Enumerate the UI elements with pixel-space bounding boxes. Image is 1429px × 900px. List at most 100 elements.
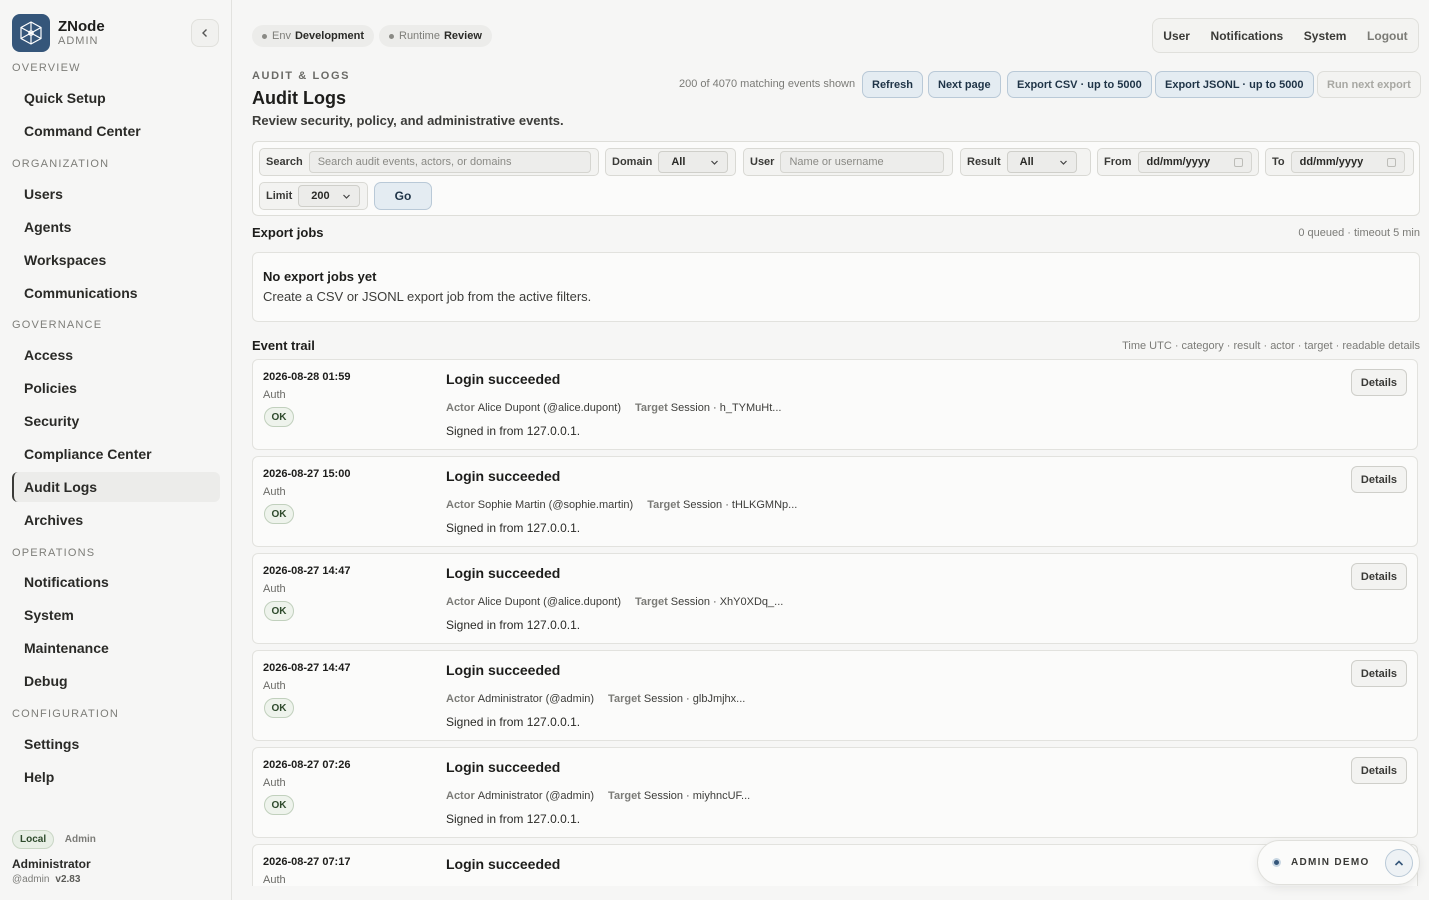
sidebar-item-help[interactable]: Help xyxy=(12,762,220,792)
sidebar-item-command-center[interactable]: Command Center xyxy=(12,116,220,146)
brand[interactable]: ZNode ADMIN xyxy=(12,14,105,52)
search-input[interactable]: Search audit events, actors, or domains xyxy=(308,151,591,173)
calendar-icon[interactable] xyxy=(1386,157,1396,167)
event-detail: Signed in from 127.0.0.1. xyxy=(446,521,581,535)
event-meta: Actor Alice Dupont (@alice.dupont) Target S… xyxy=(446,596,783,608)
env-dot-icon xyxy=(262,33,267,39)
to-filter: To dd/mm/yyyy xyxy=(1265,148,1414,176)
sidebar-item-workspaces[interactable]: Workspaces xyxy=(12,245,220,275)
event-meta: Actor Sophie Martin (@sophie.martin) Targe… xyxy=(446,499,797,511)
from-filter: From dd/mm/yyyy xyxy=(1097,148,1259,176)
event-actor: Administrator (@admin) xyxy=(477,693,595,705)
actor-label: Actor xyxy=(446,499,475,511)
limit-filter: Limit 200 xyxy=(259,182,368,210)
actor-label: Actor xyxy=(446,693,475,705)
event-detail: Signed in from 127.0.0.1. xyxy=(446,715,581,729)
sidebar-item-quick-setup[interactable]: Quick Setup xyxy=(12,83,220,113)
calendar-icon[interactable] xyxy=(1233,157,1243,167)
sidebar-item-agents[interactable]: Agents xyxy=(12,212,220,242)
event-category: Auth xyxy=(263,583,286,595)
from-label: From xyxy=(1104,156,1132,168)
event-meta: Actor Administrator (@admin) Target Session… xyxy=(446,790,750,802)
logout-link[interactable]: Logout xyxy=(1367,29,1408,43)
runtime-dot-icon xyxy=(389,33,394,39)
actor-label: Actor xyxy=(446,790,475,802)
chevron-up-icon[interactable] xyxy=(1385,849,1413,877)
domain-select[interactable]: All xyxy=(658,151,729,173)
user-label: User xyxy=(750,156,775,168)
sidebar-item-users[interactable]: Users xyxy=(12,179,220,209)
sidebar-item-communications[interactable]: Communications xyxy=(12,278,220,308)
target-label: Target xyxy=(608,693,641,705)
event-trail-title: Event trail xyxy=(252,338,315,353)
admin-demo-widget[interactable]: ADMIN DEMO xyxy=(1257,840,1420,885)
event-time: 2026-08-28 01:59 xyxy=(263,371,351,383)
domain-value: All xyxy=(671,156,686,168)
sidebar-item-compliance-center[interactable]: Compliance Center xyxy=(12,439,220,469)
limit-value: 200 xyxy=(311,190,330,202)
sidebar-item-debug[interactable]: Debug xyxy=(12,666,220,696)
sidebar-item-access[interactable]: Access xyxy=(12,340,220,370)
network-hexagon-icon xyxy=(12,14,50,52)
top-nav-notifications[interactable]: Notifications xyxy=(1211,29,1284,43)
result-badge: OK xyxy=(264,795,294,815)
result-filter: Result All xyxy=(960,148,1091,176)
from-date-input[interactable]: dd/mm/yyyy xyxy=(1137,151,1252,173)
sidebar-item-notifications[interactable]: Notifications xyxy=(12,567,220,597)
export-empty-title: No export jobs yet xyxy=(263,269,377,284)
go-button[interactable]: Go xyxy=(374,182,432,210)
from-date-value: dd/mm/yyyy xyxy=(1146,156,1211,168)
app-version: v2.83 xyxy=(55,874,81,885)
sidebar-item-archives[interactable]: Archives xyxy=(12,505,220,535)
result-value: All xyxy=(1019,156,1034,168)
limit-select[interactable]: 200 xyxy=(298,185,361,207)
domain-label: Domain xyxy=(612,156,653,168)
details-button[interactable]: Details xyxy=(1350,757,1407,784)
nav-section-governance: GOVERNANCE xyxy=(12,319,103,331)
export-jsonl-button[interactable]: Export JSONL · up to 5000 xyxy=(1155,71,1314,98)
refresh-button[interactable]: Refresh xyxy=(862,71,923,98)
next-page-button[interactable]: Next page xyxy=(928,71,1001,98)
sidebar-item-security[interactable]: Security xyxy=(12,406,220,436)
top-nav-system[interactable]: System xyxy=(1304,29,1347,43)
run-next-export-button[interactable]: Run next export xyxy=(1317,71,1421,98)
admin-demo-label: ADMIN DEMO xyxy=(1291,857,1370,868)
event-title: Login succeeded xyxy=(446,759,561,775)
event-row: 2026-08-28 01:59 Auth OK Login succeeded… xyxy=(252,359,1418,450)
event-actor: Alice Dupont (@alice.dupont) xyxy=(477,596,621,608)
sidebar-item-maintenance[interactable]: Maintenance xyxy=(12,633,220,663)
export-csv-button[interactable]: Export CSV · up to 5000 xyxy=(1007,71,1152,98)
page-eyebrow: AUDIT & LOGS xyxy=(252,70,351,82)
event-title: Login succeeded xyxy=(446,468,561,484)
result-select[interactable]: All xyxy=(1006,151,1077,173)
filter-panel: Search Search audit events, actors, or d… xyxy=(252,141,1420,216)
current-user-meta: @admin v2.83 xyxy=(12,874,103,885)
chevron-down-icon xyxy=(1059,160,1067,165)
page-title: Audit Logs xyxy=(252,88,346,108)
event-actor: Alice Dupont (@alice.dupont) xyxy=(477,402,621,414)
sidebar-footer: Local Admin Administrator @admin v2.83 xyxy=(12,830,103,885)
sidebar-item-policies[interactable]: Policies xyxy=(12,373,220,403)
sidebar-item-audit-logs[interactable]: Audit Logs xyxy=(12,472,220,502)
details-button[interactable]: Details xyxy=(1350,563,1407,590)
event-target: Session · glbJmjhx... xyxy=(643,693,746,705)
event-detail: Signed in from 127.0.0.1. xyxy=(446,618,581,632)
sidebar-item-system[interactable]: System xyxy=(12,600,220,630)
details-button[interactable]: Details xyxy=(1350,369,1407,396)
status-dot-icon xyxy=(1272,858,1281,867)
event-actor: Sophie Martin (@sophie.martin) xyxy=(477,499,634,511)
collapse-sidebar-button[interactable] xyxy=(191,19,219,47)
target-label: Target xyxy=(634,596,668,608)
result-badge: OK xyxy=(264,698,294,718)
nav-section-operations: OPERATIONS xyxy=(12,547,96,559)
actor-label: Actor xyxy=(446,402,475,414)
details-button[interactable]: Details xyxy=(1350,660,1407,687)
sidebar-item-settings[interactable]: Settings xyxy=(12,729,220,759)
user-filter: User Name or username xyxy=(743,148,953,176)
to-date-input[interactable]: dd/mm/yyyy xyxy=(1290,151,1405,173)
top-nav-user[interactable]: User xyxy=(1163,29,1190,43)
details-button[interactable]: Details xyxy=(1350,466,1407,493)
user-input[interactable]: Name or username xyxy=(780,151,945,173)
nav-section-configuration: CONFIGURATION xyxy=(12,708,120,720)
brand-sub: ADMIN xyxy=(58,35,99,47)
